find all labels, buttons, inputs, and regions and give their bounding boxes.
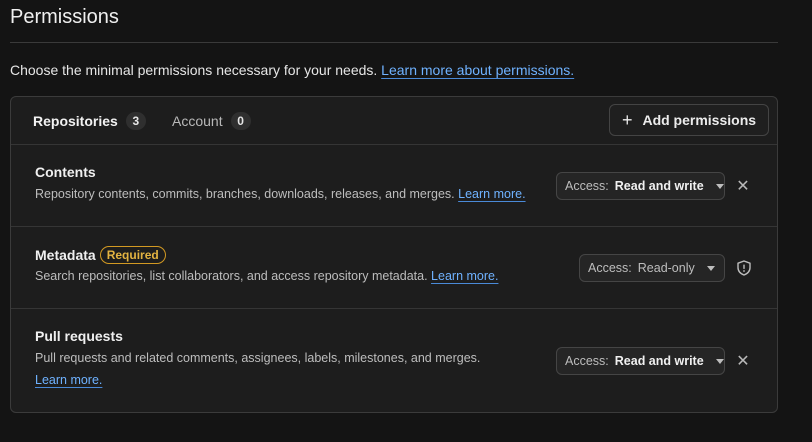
permission-title-text: Contents	[35, 164, 96, 180]
access-dropdown-contents[interactable]: Access: Read and write	[556, 172, 725, 200]
permission-description: Pull requests and related comments, assi…	[35, 351, 480, 365]
learn-more-link[interactable]: Learn more.	[35, 373, 102, 387]
access-value: Read and write	[614, 179, 704, 193]
close-icon: ✕	[736, 353, 750, 370]
permission-tabs: Repositories 3 Account 0 + Add permissio…	[11, 97, 777, 145]
intro-description: Choose the minimal permissions necessary…	[10, 62, 378, 78]
plus-icon: +	[621, 109, 633, 130]
close-icon: ✕	[736, 178, 750, 195]
permission-row-metadata: Metadata Required Search repositories, l…	[11, 227, 777, 309]
remove-permission-button[interactable]: ✕	[735, 176, 751, 196]
tab-account[interactable]: Account 0	[172, 97, 251, 144]
add-permissions-label: Add permissions	[642, 112, 757, 128]
intro-text: Choose the minimal permissions necessary…	[10, 62, 574, 78]
access-prefix: Access:	[565, 179, 609, 193]
permission-title: Contents	[35, 164, 96, 180]
learn-more-link[interactable]: Learn more.	[458, 187, 525, 201]
permission-row-contents: Contents Repository contents, commits, b…	[11, 145, 777, 227]
permission-row-pull-requests: Pull requests Pull requests and related …	[11, 309, 777, 412]
permission-description-line2: Learn more.	[35, 373, 102, 387]
permission-title: Pull requests	[35, 328, 123, 344]
required-badge: Required	[99, 246, 166, 264]
tab-account-count: 0	[230, 111, 251, 130]
title-divider	[10, 42, 778, 43]
tab-repositories[interactable]: Repositories 3	[33, 97, 146, 144]
access-dropdown-pull-requests[interactable]: Access: Read and write	[556, 347, 725, 375]
learn-more-permissions-link[interactable]: Learn more about permissions.	[381, 62, 574, 78]
access-prefix: Access:	[565, 354, 609, 368]
permission-title-text: Metadata	[35, 247, 96, 263]
permission-description-text: Pull requests and related comments, assi…	[35, 351, 481, 365]
tab-repositories-label: Repositories	[33, 112, 118, 129]
permission-description-text: Search repositories, list collaborators,…	[35, 269, 428, 283]
access-value: Read-only	[637, 261, 695, 275]
shield-icon-graphic	[737, 260, 751, 276]
permission-description: Search repositories, list collaborators,…	[35, 269, 498, 283]
access-value: Read and write	[614, 354, 704, 368]
access-prefix: Access:	[588, 261, 632, 275]
chevron-down-icon	[715, 358, 724, 364]
tab-repositories-count: 3	[125, 111, 146, 130]
add-permissions-button[interactable]: + Add permissions	[609, 104, 769, 136]
shield-icon	[737, 260, 751, 281]
learn-more-link[interactable]: Learn more.	[431, 269, 498, 283]
chevron-down-icon	[715, 183, 724, 189]
chevron-down-icon	[706, 265, 715, 271]
permissions-panel: Repositories 3 Account 0 + Add permissio…	[10, 96, 778, 413]
remove-permission-button[interactable]: ✕	[735, 351, 751, 371]
permissions-page: Permissions Choose the minimal permissio…	[0, 0, 812, 442]
permission-title: Metadata Required	[35, 246, 166, 264]
permission-title-text: Pull requests	[35, 328, 123, 344]
permission-description-text: Repository contents, commits, branches, …	[35, 187, 455, 201]
page-title: Permissions	[10, 6, 119, 28]
access-dropdown-metadata[interactable]: Access: Read-only	[579, 254, 725, 282]
permission-description: Repository contents, commits, branches, …	[35, 187, 526, 201]
tab-account-label: Account	[172, 112, 223, 129]
